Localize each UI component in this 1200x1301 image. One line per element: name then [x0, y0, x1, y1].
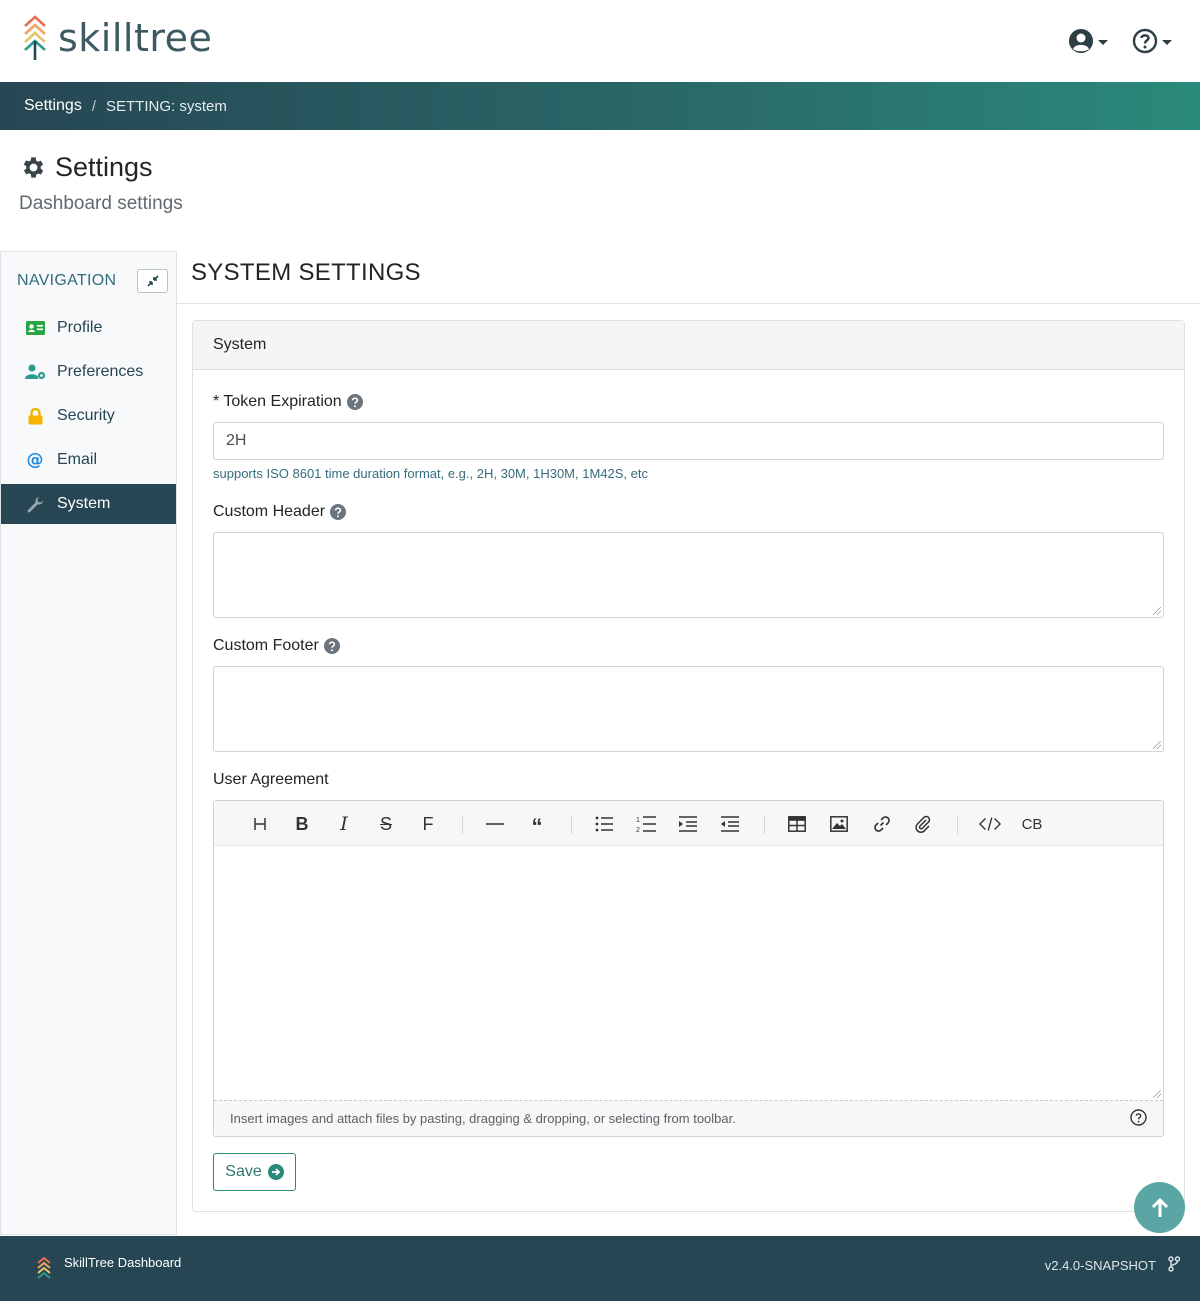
horizontal-rule-icon[interactable]: [484, 813, 506, 835]
sidebar-item-profile[interactable]: Profile: [1, 308, 176, 348]
sidebar-item-label: Profile: [57, 319, 103, 336]
footer-version: v2.4.0-SNAPSHOT: [1044, 1258, 1156, 1273]
question-circle-icon: [1132, 28, 1158, 54]
arrow-circle-right-icon: [267, 1164, 284, 1180]
sidebar-item-label: Email: [57, 451, 98, 468]
quote-icon[interactable]: “: [526, 813, 548, 838]
heading-icon[interactable]: [249, 813, 271, 835]
outdent-icon[interactable]: [719, 813, 741, 835]
code-icon[interactable]: [979, 813, 1001, 835]
italic-icon[interactable]: I: [333, 813, 355, 835]
breadcrumb-separator: /: [91, 97, 96, 115]
image-icon[interactable]: [828, 813, 850, 835]
sidebar-item-label: Security: [57, 407, 115, 424]
user-agreement-editor: B I S F “ 1 2 CB Insert images and attac…: [213, 800, 1164, 1137]
save-button[interactable]: Save: [213, 1153, 296, 1191]
custom-footer-label-text: Custom Footer: [213, 637, 319, 654]
code-branch-icon: [1168, 1256, 1180, 1272]
collapse-sidebar-button[interactable]: [137, 269, 168, 293]
resize-handle[interactable]: [1153, 1090, 1161, 1098]
bold-icon[interactable]: B: [291, 813, 313, 835]
system-settings-card: System * Token Expiration 2H supports IS…: [192, 320, 1185, 1212]
gear-icon: [23, 157, 44, 178]
link-icon[interactable]: [871, 813, 893, 835]
resize-handle[interactable]: [1153, 607, 1161, 615]
token-expiration-label: * Token Expiration: [213, 393, 363, 411]
breadcrumb-current: SETTING: system: [105, 97, 227, 115]
page-subtitle: Dashboard settings: [19, 193, 183, 214]
footer-app-name: SkillTree Dashboard: [64, 1255, 182, 1270]
unordered-list-icon[interactable]: [593, 813, 615, 835]
user-agreement-label: User Agreement: [213, 771, 329, 788]
chevron-down-icon: [1098, 39, 1108, 45]
section-title: SYSTEM SETTINGS: [191, 259, 421, 286]
arrow-up-icon: [1151, 1197, 1168, 1217]
custom-header-textarea[interactable]: [213, 532, 1164, 618]
skilltree-logo[interactable]: skilltree: [22, 14, 212, 62]
user-circle-icon: [1069, 29, 1093, 53]
editor-footer: Insert images and attach files by pastin…: [214, 1101, 1163, 1136]
tree-logo-icon: [37, 1256, 51, 1279]
section-divider: [177, 303, 1200, 304]
scroll-to-top-button[interactable]: [1134, 1182, 1185, 1233]
font-icon[interactable]: F: [417, 813, 439, 835]
question-circle-icon[interactable]: [323, 638, 340, 654]
sidebar-item-email[interactable]: @ Email: [1, 440, 176, 480]
resize-handle[interactable]: [1153, 741, 1161, 749]
compress-icon: [146, 275, 159, 287]
codeblock-icon[interactable]: CB: [1021, 813, 1043, 835]
strikethrough-icon[interactable]: S: [375, 813, 397, 835]
svg-text:1: 1: [636, 817, 640, 824]
token-expiration-help: supports ISO 8601 time duration format, …: [213, 466, 648, 481]
indent-icon[interactable]: [677, 813, 699, 835]
page-title: Settings: [55, 152, 153, 182]
chevron-down-icon: [1162, 39, 1172, 45]
sidebar-item-preferences[interactable]: Preferences: [1, 352, 176, 392]
wrench-icon: [24, 496, 46, 513]
toolbar-divider: [764, 816, 765, 834]
svg-text:2: 2: [636, 827, 640, 833]
ordered-list-icon[interactable]: 1 2: [635, 813, 657, 835]
sidebar-item-security[interactable]: Security: [1, 396, 176, 436]
sidebar-item-label: Preferences: [57, 363, 144, 380]
user-agreement-editor-body[interactable]: [214, 846, 1163, 1101]
question-circle-icon[interactable]: [1130, 1109, 1147, 1129]
brand-name: skilltree: [58, 16, 213, 60]
token-expiration-input[interactable]: 2H: [213, 422, 1164, 460]
tree-logo-icon: [24, 15, 46, 60]
page-header: Settings: [20, 152, 153, 183]
id-card-icon: [24, 321, 46, 335]
at-icon: @: [26, 450, 44, 470]
editor-hint: Insert images and attach files by pastin…: [230, 1111, 736, 1126]
question-circle-icon[interactable]: [330, 504, 347, 520]
custom-footer-label: Custom Footer: [213, 637, 340, 655]
token-expiration-value: 2H: [226, 432, 247, 449]
codeblock-label: CB: [1021, 815, 1043, 833]
page-footer: SkillTree Dashboard v2.4.0-SNAPSHOT: [0, 1236, 1200, 1301]
top-navbar: skilltree: [0, 0, 1200, 82]
user-cog-icon: [24, 364, 46, 380]
table-icon[interactable]: [786, 813, 808, 835]
toolbar-divider: [571, 816, 572, 834]
save-button-label: Save: [225, 1163, 262, 1180]
sidebar-navigation: NAVIGATION Profile Preferences Security: [0, 251, 177, 1235]
card-title: System: [193, 321, 1184, 370]
custom-footer-textarea[interactable]: [213, 666, 1164, 752]
custom-header-label-text: Custom Header: [213, 503, 326, 520]
sidebar-heading: NAVIGATION: [17, 272, 117, 289]
sidebar-item-label: System: [57, 495, 111, 512]
paperclip-icon[interactable]: [912, 813, 934, 835]
toolbar-divider: [957, 816, 958, 834]
breadcrumb: Settings / SETTING: system: [0, 82, 1200, 130]
user-menu-button[interactable]: [1068, 28, 1108, 54]
editor-toolbar: B I S F “ 1 2 CB: [214, 801, 1163, 846]
breadcrumb-settings-link[interactable]: Settings: [24, 97, 82, 115]
toolbar-divider: [462, 816, 463, 834]
lock-icon: [24, 407, 46, 425]
custom-header-label: Custom Header: [213, 503, 347, 521]
sidebar-item-system[interactable]: System: [1, 484, 176, 524]
help-menu-button[interactable]: [1132, 28, 1172, 54]
question-circle-icon[interactable]: [346, 394, 363, 410]
token-expiration-label-text: * Token Expiration: [213, 393, 342, 410]
